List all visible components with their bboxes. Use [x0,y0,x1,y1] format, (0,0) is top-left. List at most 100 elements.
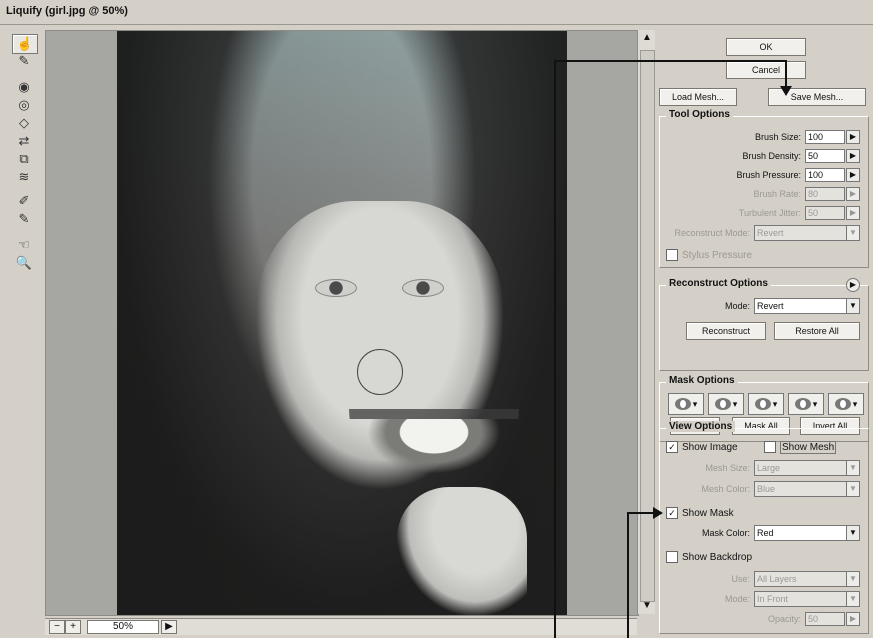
turbulent-jitter-label: Turbulent Jitter: [738,208,801,218]
brush-density-arrow-icon[interactable]: ▶ [846,149,860,163]
ok-button[interactable]: OK [726,38,806,56]
turbulence-tool-icon[interactable]: ≋ [12,168,36,186]
reconstruct-options-menu-icon[interactable]: ▶ [846,278,860,292]
zoom-tool-icon[interactable]: 🔍 [12,254,36,272]
show-image-row: ✓ Show Image [666,439,738,455]
show-backdrop-row: Show Backdrop [666,549,752,565]
show-backdrop-checkbox[interactable] [666,551,678,563]
reconstruct-mode-row-2: Mode: Revert ▼ [668,298,860,314]
reconstruct-tool-icon[interactable]: ✎ [12,52,36,70]
image-preview-area[interactable] [45,30,639,616]
forward-warp-tool-icon[interactable]: ☝ [12,34,38,54]
chevron-down-icon: ▼ [846,482,859,496]
replace-selection-icon[interactable]: ▾ [668,393,704,415]
window-titlebar: Liquify (girl.jpg @ 50%) [0,0,873,25]
scroll-up-icon[interactable]: ▲ [638,30,656,46]
chevron-down-icon: ▼ [846,299,859,313]
turbulent-jitter-field: 50 [805,206,845,220]
load-mesh-button[interactable]: Load Mesh... [659,88,737,106]
mesh-size-row: Mesh Size: Large ▼ [668,460,860,476]
photo-left-eye [315,279,357,297]
pucker-tool-icon[interactable]: ◎ [12,96,36,114]
reconstruct-button[interactable]: Reconstruct [686,322,766,340]
mirror-tool-icon[interactable]: ⧉ [12,150,36,168]
brush-rate-arrow-icon: ▶ [846,187,860,201]
thaw-mask-tool-icon[interactable]: ✎ [12,210,36,228]
brush-density-label: Brush Density: [742,151,801,161]
brush-pressure-arrow-icon[interactable]: ▶ [846,168,860,182]
chevron-down-icon: ▼ [846,572,859,586]
show-mesh-row: Show Mesh [764,439,837,455]
push-left-tool-icon[interactable]: ⇄ [12,132,36,150]
scroll-thumb[interactable] [640,50,655,602]
opacity-label: Opacity: [767,614,801,624]
mesh-color-label: Mesh Color: [701,484,750,494]
brush-size-label: Brush Size: [754,132,801,142]
mask-color-select[interactable]: Red ▼ [754,525,860,541]
zoom-in-button[interactable]: + [65,620,81,634]
zoom-menu-button[interactable]: ▶ [161,620,177,634]
brush-rate-row: Brush Rate: 80 ▶ [668,186,860,202]
turbulent-jitter-arrow-icon: ▶ [846,206,860,220]
show-backdrop-label: Show Backdrop [682,551,753,563]
mask-mode-buttons: ▾ ▾ ▾ ▾ ▾ [668,393,864,415]
twirl-clockwise-tool-icon[interactable]: ◉ [12,78,36,96]
opacity-field: 50 [805,612,845,626]
add-to-selection-icon[interactable]: ▾ [708,393,744,415]
invert-selection-icon[interactable]: ▾ [828,393,864,415]
backdrop-mode-label: Mode: [724,594,750,604]
restore-all-button[interactable]: Restore All [774,322,860,340]
chevron-down-icon: ▼ [846,592,859,606]
stylus-pressure-label: Stylus Pressure [682,249,753,261]
zoom-out-button[interactable]: − [49,620,65,634]
brush-size-arrow-icon[interactable]: ▶ [846,130,860,144]
chevron-down-icon: ▼ [846,526,859,540]
use-select: All Layers ▼ [754,571,860,587]
scroll-down-icon[interactable]: ▼ [638,598,656,614]
backdrop-mode-select: In Front ▼ [754,591,860,607]
mask-color-row: Mask Color: Red ▼ [668,525,860,541]
liquify-options-panel: OK Cancel Load Mesh... Save Mesh... Tool… [655,30,871,634]
mesh-size-select: Large ▼ [754,460,860,476]
freeze-mask-tool-icon[interactable]: ✐ [12,192,36,210]
show-image-checkbox[interactable]: ✓ [666,441,678,453]
save-mesh-button[interactable]: Save Mesh... [768,88,866,106]
brush-size-row: Brush Size: 100 ▶ [668,129,860,145]
opacity-row: Opacity: 50 ▶ [668,611,860,627]
brush-pressure-field[interactable]: 100 [805,168,845,182]
photo-preview[interactable] [117,31,567,615]
tool-palette: ☝ ✎ ◉ ◎ ◇ ⇄ ⧉ ≋ ✐ ✎ ☜ 🔍 [12,34,42,274]
brush-rate-field: 80 [805,187,845,201]
photo-right-eye [402,279,444,297]
reconstruct-mode-row: Reconstruct Mode: Revert ▼ [668,225,860,241]
use-label: Use: [731,574,750,584]
use-row: Use: All Layers ▼ [668,571,860,587]
backdrop-mode-row: Mode: In Front ▼ [668,591,860,607]
cancel-button[interactable]: Cancel [726,61,806,79]
brush-density-field[interactable]: 50 [805,149,845,163]
stylus-pressure-checkbox [666,249,678,261]
photo-hand [397,487,527,615]
chevron-down-icon: ▼ [846,461,859,475]
opacity-arrow-icon: ▶ [846,612,860,626]
mesh-color-row: Mesh Color: Blue ▼ [668,481,860,497]
brush-pressure-label: Brush Pressure: [736,170,801,180]
preview-vertical-scrollbar[interactable]: ▲ ▼ [637,30,656,614]
brush-pressure-row: Brush Pressure: 100 ▶ [668,167,860,183]
view-options-title: View Options [666,421,736,432]
show-mask-checkbox[interactable]: ✓ [666,507,678,519]
show-image-label: Show Image [682,441,738,453]
mask-color-label: Mask Color: [701,528,750,538]
brush-size-field[interactable]: 100 [805,130,845,144]
reconstruct-mode-select-2[interactable]: Revert ▼ [754,298,860,314]
hand-tool-icon[interactable]: ☜ [12,236,36,254]
zoom-level[interactable]: 50% [87,620,159,634]
reconstruct-mode-select: Revert ▼ [754,225,860,241]
brush-cursor-icon [357,349,403,395]
mesh-color-select: Blue ▼ [754,481,860,497]
intersect-with-selection-icon[interactable]: ▾ [788,393,824,415]
turbulent-jitter-row: Turbulent Jitter: 50 ▶ [668,205,860,221]
subtract-from-selection-icon[interactable]: ▾ [748,393,784,415]
show-mesh-checkbox[interactable] [764,441,776,453]
bloat-tool-icon[interactable]: ◇ [12,114,36,132]
